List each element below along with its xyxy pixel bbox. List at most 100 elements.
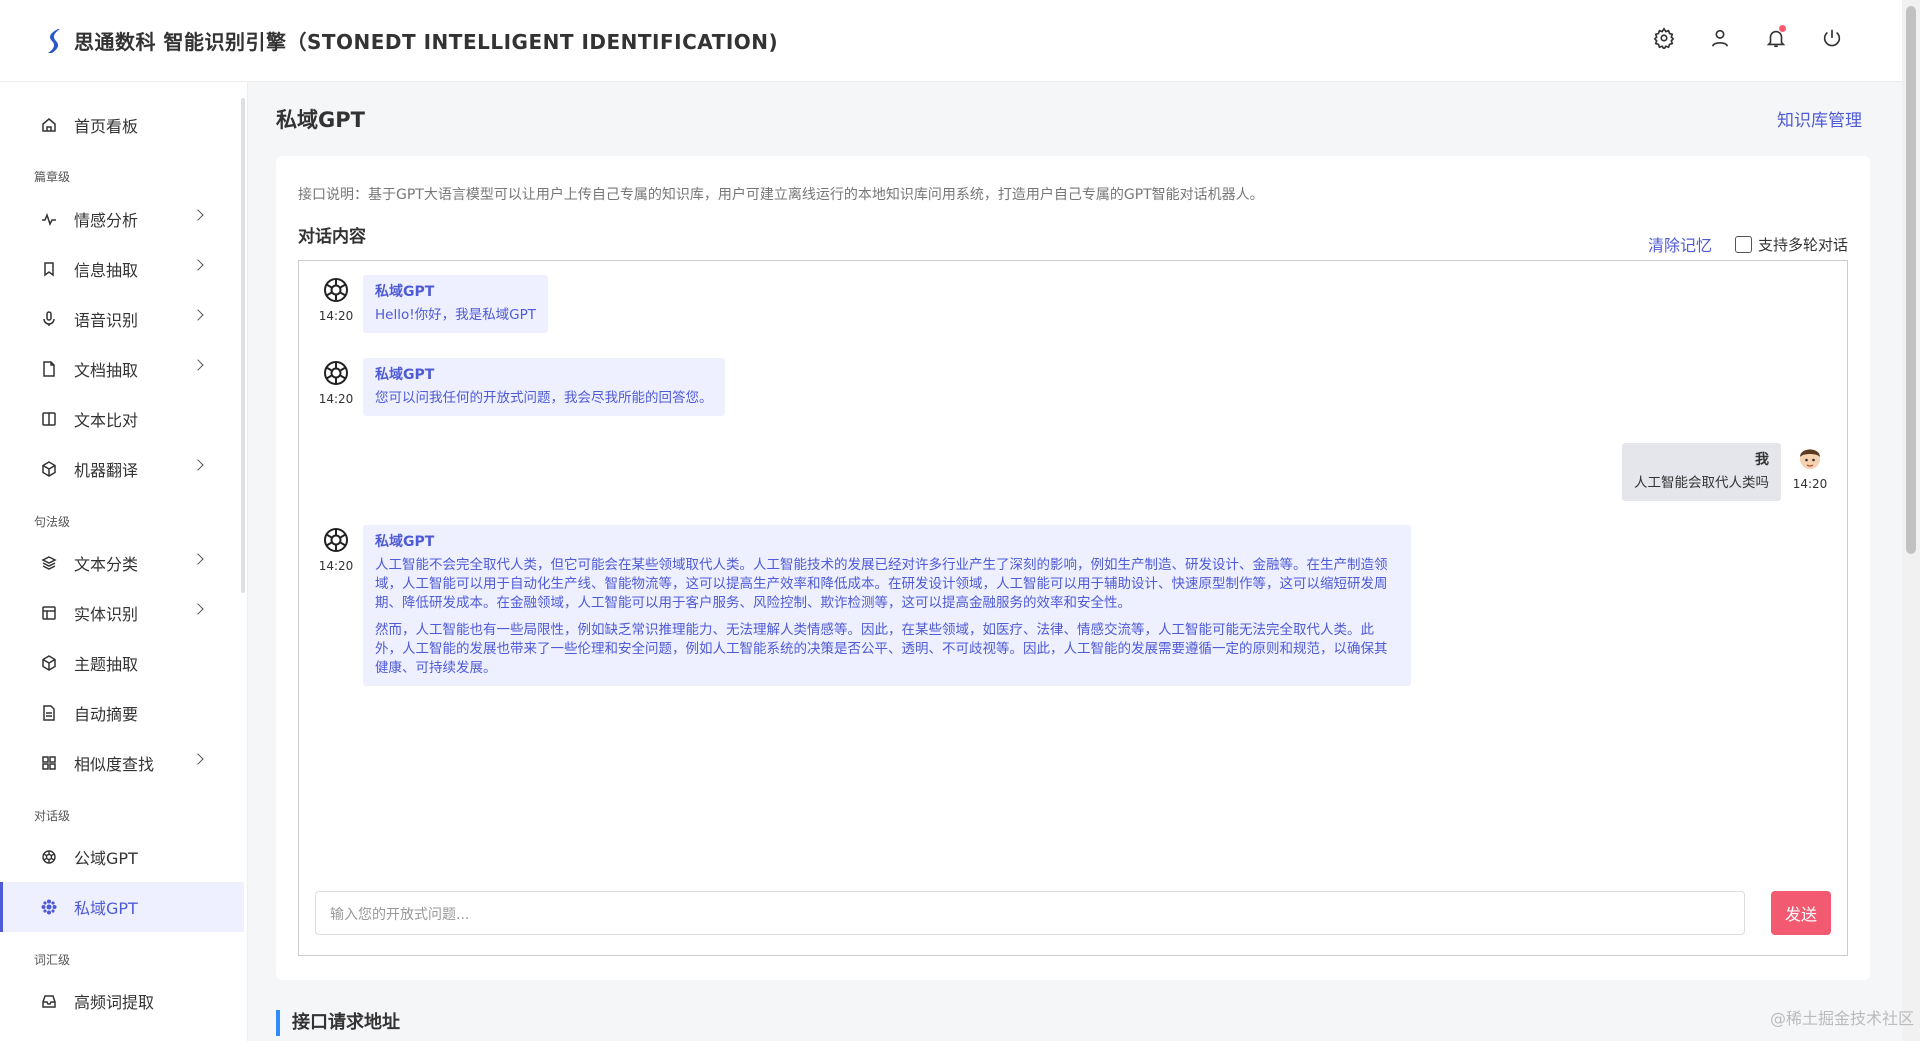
app-title: 思通数科 智能识别引擎（STONEDT INTELLIGENT IDENTIFI… [74, 30, 779, 54]
doc-icon [40, 704, 58, 722]
sidebar-item-label: 语音识别 [74, 311, 139, 330]
conversation-label: 对话内容 [298, 227, 366, 247]
chevron-right-icon [192, 209, 204, 221]
sidebar-item-label: 机器翻译 [74, 461, 139, 480]
columns-icon [40, 410, 58, 428]
send-button[interactable]: 发送 [1771, 891, 1831, 935]
sidebar-item-label: 高频词提取 [74, 993, 155, 1012]
question-input[interactable]: 输入您的开放式问题... [315, 891, 1745, 935]
message-paragraph: 人工智能不会完全取代人类，但它可能会在某些领域取代人类。人工智能技术的发展已经对… [375, 557, 1388, 611]
grid-icon [40, 754, 58, 772]
message-bubble: 私域GPT Hello!你好，我是私域GPT [363, 275, 548, 333]
inbox-icon [40, 992, 58, 1010]
chat-message-user: 我 人工智能会取代人类吗 14:20 [1622, 443, 1828, 501]
box-icon [40, 654, 58, 672]
message-bubble: 私域GPT 人工智能不会完全取代人类，但它可能会在某些领域取代人类。人工智能技术… [363, 525, 1411, 686]
user-icon[interactable] [1708, 26, 1732, 50]
sidebar-item-summary[interactable]: 自动摘要 [0, 688, 244, 738]
sidebar-item-entity[interactable]: 实体识别 [0, 588, 244, 638]
sidebar-item-label: 私域GPT [74, 899, 138, 918]
bot-avatar: 14:20 [318, 275, 354, 333]
app-logo[interactable]: 思通数科 智能识别引擎（STONEDT INTELLIGENT IDENTIFI… [44, 26, 778, 55]
message-time: 14:20 [318, 392, 354, 406]
sidebar-item-label: 首页看板 [74, 117, 139, 136]
sidebar-item-public-gpt[interactable]: 公域GPT [0, 832, 244, 882]
message-time: 14:20 [318, 559, 354, 573]
message-paragraph: 然而，人工智能也有一些局限性，例如缺乏常识推理能力、无法理解人类情感等。因此，在… [375, 622, 1388, 676]
message-time: 14:20 [1792, 477, 1828, 491]
chat-message-bot: 14:20 私域GPT 人工智能不会完全取代人类，但它可能会在某些领域取代人类。… [318, 525, 1411, 686]
message-text: Hello!你好，我是私域GPT [375, 307, 536, 323]
chevron-right-icon [192, 259, 204, 271]
checkbox-box[interactable] [1734, 236, 1752, 253]
sidebar-item-speech[interactable]: 语音识别 [0, 294, 244, 344]
sidebar: 首页看板 篇章级 情感分析 信息抽取 语音识别 文档抽取 文本比对 机器翻译 句… [0, 82, 248, 1041]
chat-message-bot: 14:20 私域GPT 您可以问我任何的开放式问题，我会尽我所能的回答您。 [318, 358, 725, 416]
sidebar-item-label: 文本分类 [74, 555, 139, 574]
bookmark-icon [40, 260, 58, 278]
chat-message-bot: 14:20 私域GPT Hello!你好，我是私域GPT [318, 275, 548, 333]
main-content: 私域GPT 知识库管理 接口说明：基于GPT大语言模型可以让用户上传自己专属的知… [248, 82, 1902, 1041]
sidebar-item-topic[interactable]: 主题抽取 [0, 638, 244, 688]
chevron-right-icon [192, 459, 204, 471]
page-scrollbar[interactable] [1902, 0, 1920, 1041]
bot-avatar: 14:20 [318, 525, 354, 686]
sidebar-group-vocab: 词汇级 [34, 953, 71, 967]
cube-icon [40, 460, 58, 478]
sidebar-item-label: 自动摘要 [74, 705, 139, 724]
bot-avatar: 14:20 [318, 358, 354, 416]
message-time: 14:20 [318, 309, 354, 323]
sidebar-item-label: 公域GPT [74, 849, 138, 868]
sidebar-item-private-gpt[interactable]: 私域GPT [0, 882, 244, 932]
chevron-right-icon [192, 553, 204, 565]
chat-window[interactable]: 14:20 私域GPT Hello!你好，我是私域GPT 14:20 私域GPT… [298, 260, 1848, 956]
multi-turn-label: 支持多轮对话 [1757, 236, 1848, 254]
sidebar-item-label: 信息抽取 [74, 261, 139, 280]
chevron-right-icon [192, 753, 204, 765]
sidebar-item-high-freq[interactable]: 高频词提取 [0, 976, 244, 1026]
scrollbar-thumb[interactable] [1906, 6, 1916, 554]
openai-icon [324, 528, 348, 552]
openai-icon [324, 361, 348, 385]
clear-memory-link[interactable]: 清除记忆 [1648, 232, 1712, 256]
sidebar-item-info-extract[interactable]: 信息抽取 [0, 244, 244, 294]
sidebar-item-label: 文档抽取 [74, 361, 139, 380]
sidebar-group-syntax: 句法级 [34, 515, 71, 529]
power-icon[interactable] [1820, 26, 1844, 50]
sidebar-item-text-compare[interactable]: 文本比对 [0, 394, 244, 444]
message-text: 人工智能会取代人类吗 [1634, 475, 1769, 491]
logo-icon [48, 28, 60, 53]
api-description: 接口说明：基于GPT大语言模型可以让用户上传自己专属的知识库，用户可建立离线运行… [298, 187, 1264, 203]
gear-icon[interactable] [1652, 26, 1676, 50]
bell-icon[interactable] [1764, 25, 1788, 50]
message-text: 您可以问我任何的开放式问题，我会尽我所能的回答您。 [375, 390, 713, 406]
sidebar-item-text-classify[interactable]: 文本分类 [0, 538, 244, 588]
message-sender: 私域GPT [375, 534, 435, 550]
sidebar-item-label: 相似度查找 [74, 755, 155, 774]
sidebar-item-dashboard[interactable]: 首页看板 [0, 100, 244, 150]
sidebar-group-dialog: 对话级 [34, 809, 71, 823]
openai-icon [324, 278, 348, 302]
sidebar-item-label: 情感分析 [74, 211, 139, 230]
user-face-icon [1800, 449, 1820, 469]
layers-icon [40, 554, 58, 572]
openai-icon [40, 848, 58, 866]
sidebar-item-label: 实体识别 [74, 605, 139, 624]
sidebar-group-document: 篇章级 [34, 170, 71, 184]
gpt-card: 接口说明：基于GPT大语言模型可以让用户上传自己专属的知识库，用户可建立离线运行… [276, 156, 1870, 980]
layout-icon [40, 604, 58, 622]
multi-turn-checkbox[interactable]: 支持多轮对话 [1734, 234, 1848, 255]
sparkle-icon [40, 898, 58, 916]
sidebar-item-translate[interactable]: 机器翻译 [0, 444, 244, 494]
message-bubble: 我 人工智能会取代人类吗 [1622, 443, 1781, 501]
chevron-right-icon [192, 603, 204, 615]
sidebar-item-sentiment[interactable]: 情感分析 [0, 194, 244, 244]
sidebar-item-doc-extract[interactable]: 文档抽取 [0, 344, 244, 394]
page-title: 私域GPT [276, 108, 365, 132]
knowledge-base-link[interactable]: 知识库管理 [1777, 106, 1862, 131]
sidebar-item-label: 文本比对 [74, 411, 139, 430]
api-section-title: 接口请求地址 [276, 1010, 400, 1036]
message-sender: 私域GPT [375, 284, 435, 300]
sidebar-item-similarity[interactable]: 相似度查找 [0, 738, 244, 788]
pulse-icon [40, 210, 58, 228]
